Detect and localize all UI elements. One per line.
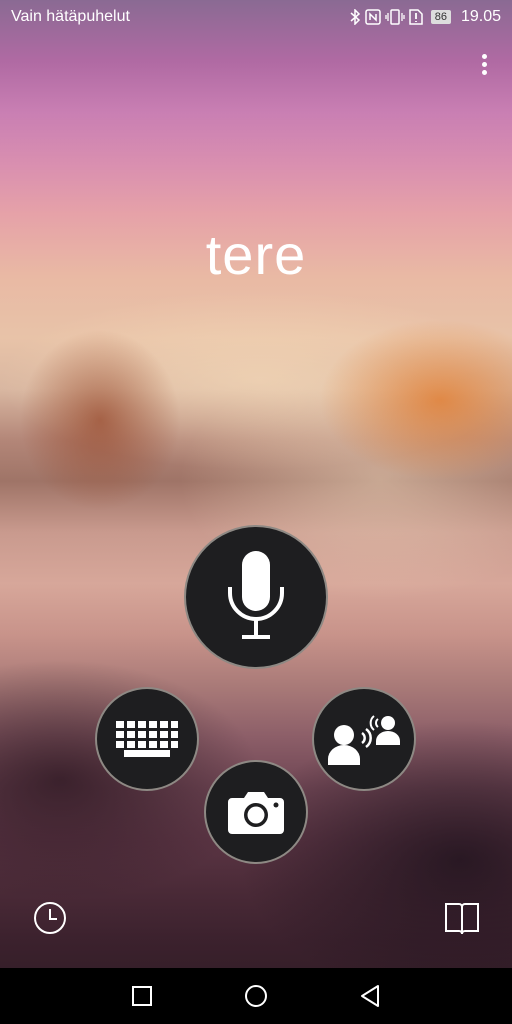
clock: 19.05 <box>460 8 501 25</box>
back-icon[interactable] <box>356 982 384 1010</box>
more-options-dot <box>482 70 487 75</box>
vibrate-icon <box>385 9 405 25</box>
more-options-dot <box>482 54 487 59</box>
history-button[interactable] <box>32 900 68 941</box>
phrasebook-button[interactable] <box>444 902 480 941</box>
status-bar: Vain hätäpuhelut 86 19.05 <box>0 0 512 34</box>
microphone-icon <box>228 551 284 639</box>
keyboard-translate-button[interactable] <box>95 687 199 791</box>
carrier-text: Vain hätäpuhelut <box>11 8 130 25</box>
conversation-icon <box>328 715 400 765</box>
home-icon[interactable] <box>242 982 270 1010</box>
nfc-icon <box>364 9 381 25</box>
camera-translate-button[interactable] <box>204 760 308 864</box>
voice-translate-button[interactable] <box>184 525 328 669</box>
navigation-bar <box>0 968 512 1024</box>
recent-apps-icon[interactable] <box>128 982 156 1010</box>
status-icons: 86 19.05 <box>349 0 501 34</box>
background-image <box>0 0 512 1024</box>
keyboard-icon <box>116 721 178 757</box>
more-options-button[interactable] <box>474 50 496 78</box>
more-options-dot <box>482 62 487 67</box>
phrasebook-icon <box>445 903 479 935</box>
history-icon <box>34 902 66 934</box>
conversation-button[interactable] <box>312 687 416 791</box>
battery-icon: 86 <box>430 10 451 24</box>
bluetooth-icon <box>350 9 360 25</box>
camera-icon <box>228 792 284 834</box>
sim-alert-icon <box>408 9 423 25</box>
translated-phrase: tere <box>205 223 307 286</box>
